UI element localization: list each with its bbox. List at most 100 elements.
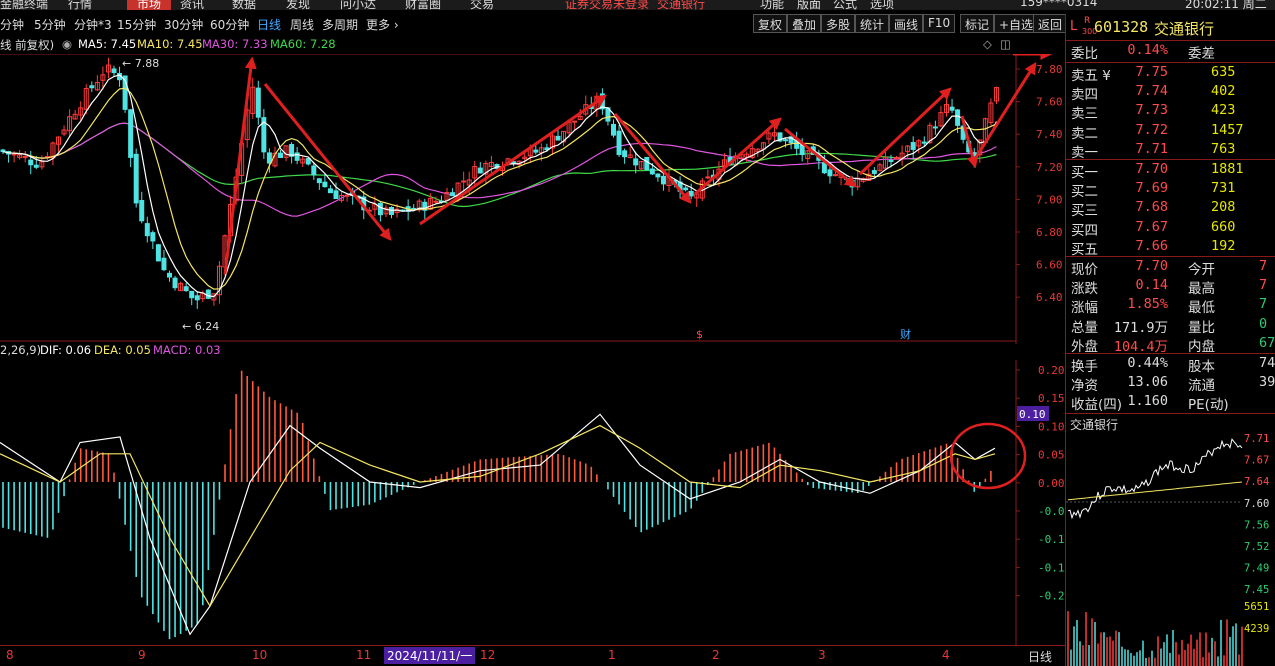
macd-histogram: [2, 370, 992, 640]
candle-body: [827, 169, 833, 177]
price-tick-label: 7.40: [1036, 128, 1063, 141]
sell-level-1[interactable]: 卖一 7.71 763: [1071, 141, 1275, 161]
quote-row: 现价 7.70 今开 7: [1071, 258, 1268, 278]
mark-button[interactable]: 标记: [960, 14, 995, 33]
candle-body: [477, 167, 483, 174]
diamond-icon[interactable]: ◇: [983, 37, 992, 51]
macd-value: MACD: 0.03: [153, 343, 221, 357]
candle-body: [205, 289, 211, 299]
macd-tick-label: 0.20: [1038, 364, 1065, 377]
candle-body: [144, 223, 150, 237]
candle-body: [161, 257, 167, 271]
adjust-button[interactable]: 复权: [753, 14, 788, 33]
period-daily[interactable]: 日线: [257, 16, 281, 33]
user-account[interactable]: 159****0314: [1020, 0, 1097, 9]
overlay-button[interactable]: 叠加: [787, 14, 822, 33]
menu-data[interactable]: 数据: [232, 0, 256, 10]
mini-price-tick: 7.49: [1244, 563, 1269, 575]
date-label: 10: [252, 648, 268, 662]
candle-body: [11, 153, 17, 156]
draw-line-button[interactable]: 画线: [889, 14, 924, 33]
period-tag[interactable]: 日线: [1028, 648, 1052, 665]
candle-body: [344, 194, 350, 197]
stock-header: L R 300 601328 交通银行: [1070, 16, 1275, 40]
buy-level-3[interactable]: 买三 7.68 208: [1071, 199, 1275, 219]
menu-trade[interactable]: 交易: [470, 0, 494, 10]
legend-toggle-icon[interactable]: ◉: [62, 37, 72, 51]
sell-level-4[interactable]: 卖四 7.74 402: [1071, 83, 1275, 103]
menu-wealth[interactable]: 财富圈: [405, 0, 441, 10]
mini-price-line: [1067, 438, 1243, 520]
price-tick-label: 6.80: [1036, 226, 1063, 239]
macd-tick-label: 0.15: [1038, 392, 1065, 405]
mini-price-tick: 7.60: [1244, 498, 1269, 510]
candle-body: [921, 141, 927, 144]
candle-body: [128, 109, 134, 158]
ma-legend: 线 前复权) ◉ MA5: 7.45 MA10: 7.45 MA30: 7.33…: [0, 37, 1011, 53]
menu-discover[interactable]: 发现: [286, 0, 310, 10]
back-button[interactable]: 返回: [1033, 14, 1068, 33]
period-5min[interactable]: 5分钟: [34, 16, 66, 33]
ma10-value: MA10: 7.45: [137, 37, 203, 51]
macd-tick-label: -0.05: [1038, 505, 1065, 518]
l-tag: L: [1070, 19, 1078, 34]
buy-level-5[interactable]: 买五 7.66 192: [1071, 238, 1275, 258]
menu-formula[interactable]: 公式: [833, 0, 857, 10]
candle-body: [683, 187, 689, 191]
price-axis: 7.80 7.60 7.40 7.20 7.00 6.80 6.60 6.40: [1016, 63, 1063, 304]
sell-level-3[interactable]: 卖三 7.73 423: [1071, 102, 1275, 122]
mini-price-tick: 7.64: [1244, 476, 1269, 488]
trend-arrow: [263, 83, 392, 241]
period-multi[interactable]: 多周期: [322, 16, 358, 33]
macd-chart[interactable]: 0.20 0.15 0.10 0.05 0.00 -0.05 -0.10 -0.15 -0.20…: [0, 360, 1065, 645]
menu-market[interactable]: 市场: [127, 0, 172, 10]
macd-tick-label: -0.20: [1038, 590, 1065, 603]
trend-arrow: [973, 61, 1037, 160]
mini-price-tick: 7.56: [1244, 519, 1269, 531]
period-more[interactable]: 更多 ›: [366, 16, 399, 33]
candle-body: [450, 192, 456, 197]
r-tag: R: [1084, 16, 1091, 26]
menu-quotes[interactable]: 行情: [68, 0, 92, 10]
macd-legend: 2,26,9) DIF: 0.06 DEA: 0.05 MACD: 0.03: [0, 343, 400, 359]
statistics-button[interactable]: 统计: [855, 14, 890, 33]
period-1min[interactable]: 分钟: [0, 16, 24, 33]
multi-stock-button[interactable]: 多股: [821, 14, 856, 33]
menu-layout[interactable]: 版面: [797, 0, 821, 10]
sell-level-5[interactable]: 卖五 ¥7.75 635: [1071, 64, 1275, 84]
low-price-marker: ← 6.24: [182, 320, 219, 333]
candle-body: [278, 152, 283, 159]
menu-ask[interactable]: 问小达: [340, 0, 376, 10]
menu-options[interactable]: 选项: [870, 0, 894, 10]
candle-body: [183, 286, 189, 292]
period-30min[interactable]: 30分钟: [164, 16, 203, 33]
period-weekly[interactable]: 周线: [290, 16, 314, 33]
candle-body: [167, 272, 172, 278]
candlestick-chart[interactable]: ← 7.88 ← 6.24 $ 财 7.80 7.60 7.40 7.20 7.00 6.…: [0, 54, 1065, 344]
candle-body: [799, 144, 805, 156]
menu-function[interactable]: 功能: [760, 0, 784, 10]
candle-body: [189, 290, 195, 299]
candle-body: [316, 178, 322, 184]
add-watchlist-button[interactable]: +自选: [994, 14, 1039, 33]
buy-level-1[interactable]: 买一 7.70 1881: [1071, 161, 1275, 181]
period-min3[interactable]: 分钟*3: [74, 16, 112, 33]
candle-body: [688, 190, 694, 197]
login-status[interactable]: 证券交易未登录: [565, 0, 649, 10]
window-toggle-icon[interactable]: ◫: [1000, 37, 1011, 51]
dif-value: DIF: 0.06: [40, 343, 92, 357]
ma60-value: MA60: 7.28: [270, 37, 336, 51]
sell-level-2[interactable]: 卖二 7.72 1457: [1071, 122, 1275, 142]
price-tick-label: 7.60: [1036, 96, 1063, 109]
intraday-chart[interactable]: 7.71 7.67 7.64 7.60 7.56 7.52 7.49 7.45 5651 4239: [1066, 430, 1275, 666]
trend-arrow: [694, 117, 782, 196]
buy-level-2[interactable]: 买二 7.69 731: [1071, 180, 1275, 200]
period-60min[interactable]: 60分钟: [210, 16, 249, 33]
menu-news[interactable]: 资讯: [180, 0, 204, 10]
period-15min[interactable]: 15分钟: [117, 16, 156, 33]
candle-body: [322, 181, 328, 188]
price-tick-label: 7.20: [1036, 161, 1063, 174]
buy-level-4[interactable]: 买四 7.67 660: [1071, 219, 1275, 239]
fundamental-row: 换手 0.44% 股本 74: [1071, 355, 1275, 375]
f10-button[interactable]: F10: [923, 14, 956, 33]
